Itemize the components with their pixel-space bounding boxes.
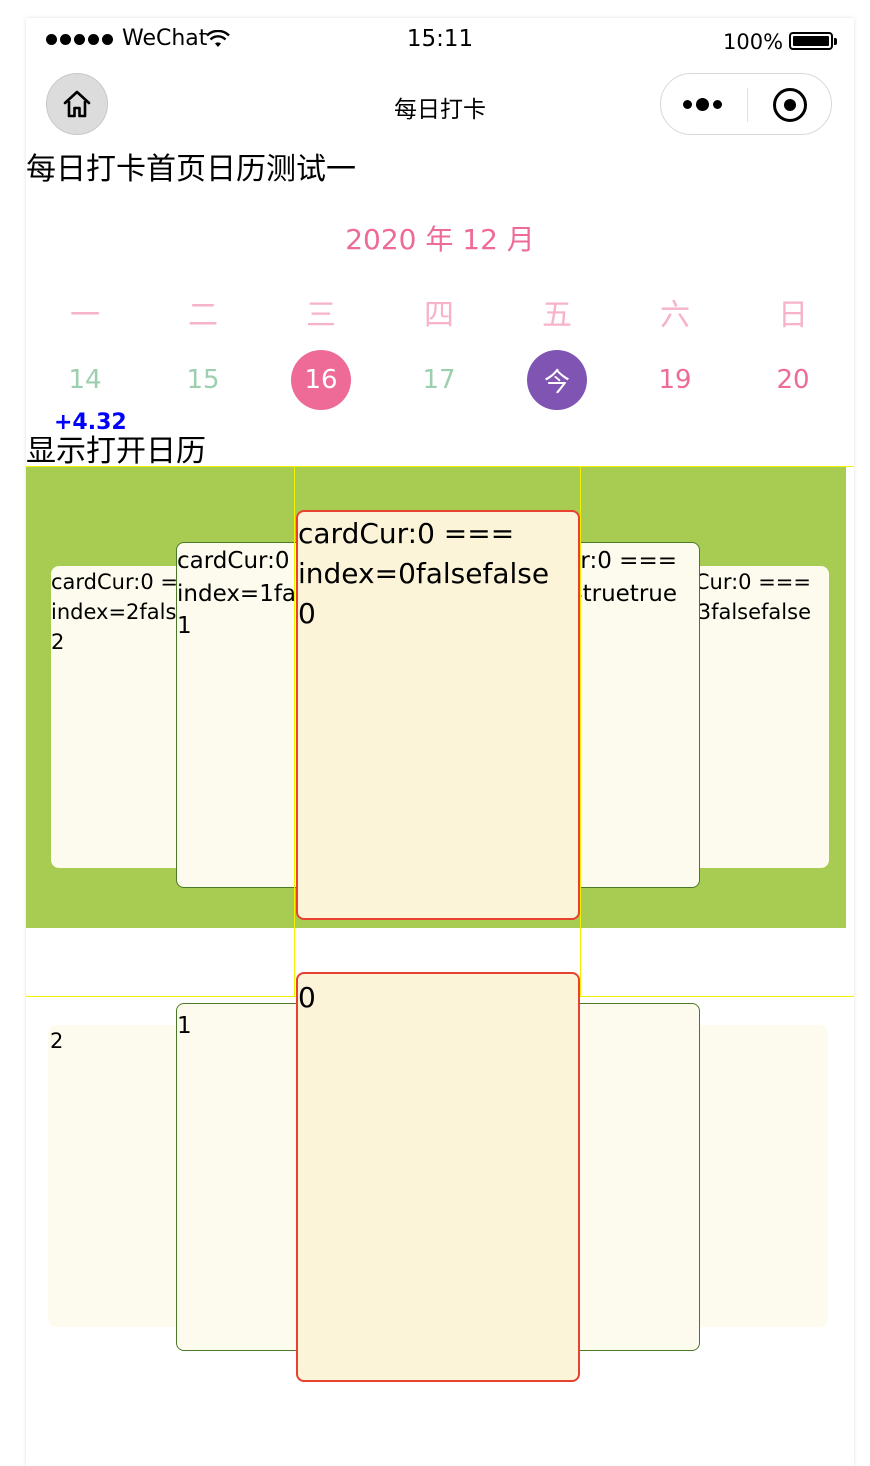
card-text: cardCur:0 === xyxy=(51,570,191,594)
page-heading: 每日打卡首页日历测试一 xyxy=(26,152,356,187)
outline-line xyxy=(26,466,854,467)
capsule-divider xyxy=(747,88,748,122)
weekday-label: 日 xyxy=(778,298,808,333)
card-text: index=2falsefalse xyxy=(51,599,191,624)
card-text: cardCur:0 === xyxy=(686,570,811,594)
day-number: 17 xyxy=(422,365,456,395)
card-index: 2 xyxy=(51,629,65,654)
card-text: index=0falsefalse xyxy=(298,556,550,590)
status-bar: WeChat 15:11 100% xyxy=(26,18,854,66)
swiper-card-active[interactable]: cardCur:0 === index=0falsefalse 0 xyxy=(296,510,580,920)
capsule-menu xyxy=(660,73,832,135)
day-number: 今 xyxy=(527,350,587,410)
battery-icon xyxy=(789,32,837,50)
weekday-label: 五 xyxy=(542,298,572,333)
card-index: 0 xyxy=(298,981,316,1014)
day-number: 20 xyxy=(776,365,810,395)
day-number: 16 xyxy=(291,350,351,410)
day-number: 19 xyxy=(658,365,692,395)
calendar-day[interactable]: 14 xyxy=(26,350,144,410)
calendar-month-label: 2020 年 12 月 xyxy=(345,223,535,256)
calendar-day[interactable]: 19 xyxy=(616,350,734,410)
day-number: 15 xyxy=(186,365,220,395)
weekday-label: 四 xyxy=(424,298,454,333)
calendar-day[interactable]: 17 xyxy=(380,350,498,410)
swiper-card-active-bottom[interactable]: 0 xyxy=(296,972,580,1382)
weekday-label: 二 xyxy=(188,298,218,333)
calendar-day-selected[interactable]: 16 xyxy=(262,350,380,410)
phone-screen: WeChat 15:11 100% 每日打卡 每日打卡首页日历测试一 2020 … xyxy=(26,18,854,1466)
calendar-day[interactable]: 15 xyxy=(144,350,262,410)
calendar-day[interactable]: 20 xyxy=(734,350,852,410)
weekday-label: 六 xyxy=(660,298,690,333)
card-text: index=3falsefalse xyxy=(686,599,811,624)
battery-percent: 100% xyxy=(723,30,784,54)
calendar-day-today[interactable]: 今 xyxy=(498,350,616,410)
more-dots-icon[interactable] xyxy=(683,98,722,111)
swiper-card-far-right[interactable]: cardCur:0 === index=3falsefalse xyxy=(686,566,829,868)
outline-line xyxy=(580,466,581,996)
day-number: 14 xyxy=(68,365,102,395)
card-text: cardCur:0 === xyxy=(298,517,515,550)
outline-line xyxy=(294,466,295,996)
weekday-label: 一 xyxy=(70,298,100,333)
swiper-card-far-left[interactable]: cardCur:0 === index=2falsefalse 2 xyxy=(51,566,191,868)
score-label: +4.32 xyxy=(54,410,127,435)
target-circle-icon[interactable] xyxy=(773,88,807,122)
card-index: 0 xyxy=(298,596,316,630)
weekday-label: 三 xyxy=(306,298,336,333)
